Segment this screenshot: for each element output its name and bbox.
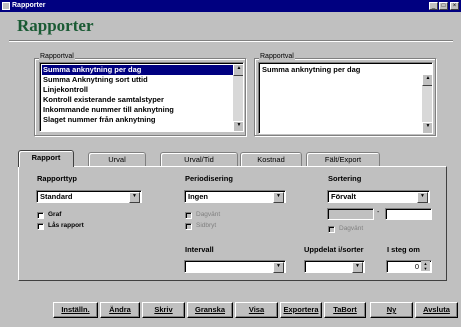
sidbryt-label: Sidbryt	[196, 222, 217, 229]
dagvant2-label: Dagvänt	[339, 225, 364, 232]
rapporttyp-label: Rapporttyp	[37, 174, 77, 183]
chevron-down-icon[interactable]: ▼	[273, 192, 284, 203]
scroll-up-icon[interactable]: ▲	[422, 74, 432, 86]
exportera-button[interactable]: Exportera	[280, 302, 322, 318]
periodisering-select[interactable]: Ingen ▼	[184, 190, 286, 203]
list-item[interactable]: Summa Anknytning sort uttid	[42, 75, 148, 85]
i-steg-om-value: 0	[414, 262, 419, 271]
las-rapport-checkbox[interactable]	[37, 223, 44, 230]
sortering-select[interactable]: Förvalt ▼	[327, 190, 430, 203]
ny-button[interactable]: Ny	[370, 302, 413, 318]
app-icon	[2, 2, 10, 10]
range-from-field[interactable]	[327, 208, 374, 220]
divider	[9, 40, 453, 42]
rapporttyp-value: Standard	[40, 192, 73, 201]
sidbryt-checkbox[interactable]	[185, 223, 192, 230]
periodisering-label: Periodisering	[185, 174, 233, 183]
tabort-button[interactable]: TaBort	[324, 302, 366, 318]
selected-report-scrollbar[interactable]: ▲ ▼	[422, 74, 432, 133]
rapporttyp-select[interactable]: Standard ▼	[36, 190, 142, 203]
intervall-select[interactable]: ▼	[184, 260, 286, 273]
tab-urval[interactable]: Urval	[88, 152, 146, 166]
range-to-field[interactable]	[385, 208, 432, 220]
andra-button[interactable]: Ändra	[100, 302, 140, 318]
list-item[interactable]: Kontroll existerande samtalstyper	[42, 95, 164, 105]
title-bar: Rapporter _ □ ×	[0, 0, 461, 12]
las-rapport-label: Lås rapport	[48, 222, 84, 229]
tab-rapport[interactable]: Rapport	[18, 150, 74, 167]
graf-label: Graf	[48, 211, 62, 218]
graf-checkbox[interactable]	[37, 212, 44, 219]
maximize-icon[interactable]: □	[439, 2, 448, 10]
i-steg-om-label: I steg om	[387, 245, 420, 254]
granska-button[interactable]: Granska	[187, 302, 233, 318]
report-list[interactable]: Summa anknytning per dag Summa Anknytnin…	[39, 62, 244, 132]
page-title: Rapporter	[17, 16, 94, 35]
uppdelat-label: Uppdelat i/sorter	[304, 245, 364, 254]
scroll-up-icon[interactable]: ▲	[233, 64, 243, 76]
avsluta-button[interactable]: Avsluta	[415, 302, 458, 318]
selected-report-value: Summa anknytning per dag	[262, 65, 361, 74]
visa-button[interactable]: Visa	[235, 302, 278, 318]
scroll-down-icon[interactable]: ▼	[422, 122, 432, 133]
chevron-down-icon[interactable]: ▼	[417, 192, 428, 203]
list-item[interactable]: Inkommande nummer till anknytning	[42, 105, 174, 115]
window-title: Rapporter	[12, 2, 46, 9]
tab-urval-tid[interactable]: Urval/Tid	[160, 152, 238, 166]
stepper-down-icon[interactable]: ▼	[421, 266, 430, 271]
chevron-down-icon[interactable]: ▼	[352, 262, 363, 273]
list-scrollbar[interactable]: ▲ ▼	[233, 64, 243, 131]
dagvant-checkbox[interactable]	[185, 212, 192, 219]
uppdelat-select[interactable]: ▼	[304, 260, 365, 273]
close-icon[interactable]: ×	[450, 2, 459, 10]
list-item[interactable]: Linjekontroll	[42, 85, 88, 95]
chevron-down-icon[interactable]: ▼	[273, 262, 284, 273]
tab-kostnad[interactable]: Kostnad	[240, 152, 302, 166]
dagvant-label: Dagvänt	[196, 211, 221, 218]
report-list-label: Rapportval	[39, 53, 75, 61]
sortering-value: Förvalt	[331, 192, 357, 201]
range-separator: -	[377, 209, 380, 216]
list-item[interactable]: Slaget nummer från anknytning	[42, 115, 156, 125]
list-item[interactable]: Summa anknytning per dag	[42, 65, 233, 75]
tab-falt-export[interactable]: Fält/Export	[306, 152, 380, 166]
installn-button[interactable]: Inställn.	[53, 302, 98, 318]
selected-report-label: Rapportval	[259, 53, 295, 61]
sortering-label: Sortering	[328, 174, 362, 183]
chevron-down-icon[interactable]: ▼	[129, 192, 140, 203]
dagvant2-checkbox[interactable]	[328, 226, 335, 233]
minimize-icon[interactable]: _	[429, 2, 438, 10]
scroll-down-icon[interactable]: ▼	[233, 121, 243, 131]
i-steg-om-stepper[interactable]: 0 ▲ ▼	[386, 260, 432, 273]
intervall-label: Intervall	[185, 245, 214, 254]
selected-report-box[interactable]: Summa anknytning per dag ▲ ▼	[258, 62, 433, 134]
periodisering-value: Ingen	[188, 192, 208, 201]
skriv-button[interactable]: Skriv	[142, 302, 185, 318]
